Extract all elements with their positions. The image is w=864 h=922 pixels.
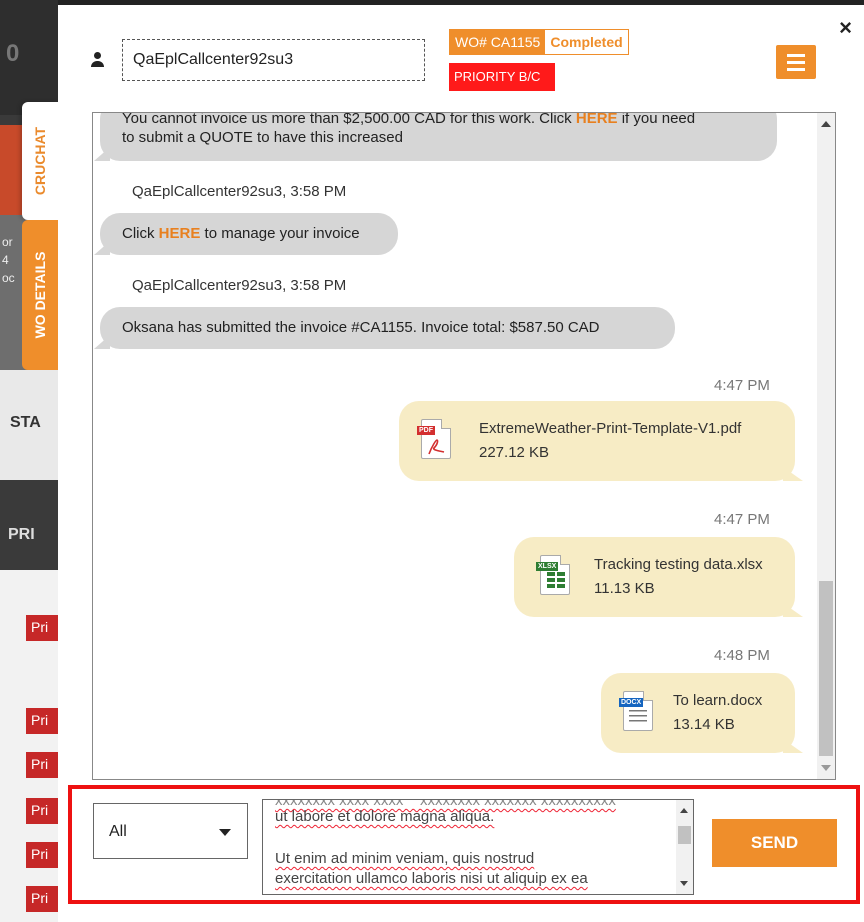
scroll-thumb[interactable] xyxy=(819,581,833,756)
background-text: 4 xyxy=(2,253,9,267)
file-name: ExtremeWeather-Print-Template-V1.pdf xyxy=(479,420,742,437)
file-message[interactable]: DOCX To learn.docx 13.14 KB xyxy=(601,673,795,753)
message-input-scrollbar[interactable] xyxy=(676,800,693,894)
docx-file-icon: DOCX xyxy=(619,691,653,731)
xlsx-file-icon: XLSX xyxy=(536,555,570,595)
file-message[interactable]: PDF ExtremeWeather-Print-Template-V1.pdf… xyxy=(399,401,795,481)
scroll-thumb[interactable] xyxy=(678,826,691,844)
message-text: Oksana has submitted the invoice #CA1155… xyxy=(122,319,600,336)
file-name: To learn.docx xyxy=(673,692,763,709)
background-priority-badge[interactable]: Pri xyxy=(26,615,58,641)
tab-wo-details-label: WO DETAILS xyxy=(32,251,48,339)
scroll-up-icon[interactable] xyxy=(821,121,831,127)
chevron-down-icon xyxy=(219,829,231,836)
chat-history[interactable]: You cannot invoice us more than $2,500.0… xyxy=(92,112,836,780)
background-topbar: 0 xyxy=(0,0,58,115)
message-input[interactable]: xxxxxxxx xxxx xxxx xxxxxxxx xxxxxxx xxxx… xyxy=(262,799,694,895)
chat-scrollbar[interactable] xyxy=(817,113,835,779)
background-priority-header: PRI xyxy=(0,500,58,570)
background-priority-badge[interactable]: Pri xyxy=(26,752,58,778)
message-time: 4:47 PM xyxy=(714,377,770,394)
message-bubble: Oksana has submitted the invoice #CA1155… xyxy=(100,307,675,349)
background-status-row: STA xyxy=(0,370,58,480)
message-bubble: You cannot invoice us more than $2,500.0… xyxy=(100,112,777,161)
invoice-link[interactable]: HERE xyxy=(159,225,201,242)
work-order-number: WO# CA1155 xyxy=(450,30,546,54)
message-input-line: ut labore et dolore magna aliqua. xyxy=(275,808,495,825)
background-text: or xyxy=(2,235,13,249)
background-priority-label: PRI xyxy=(8,526,35,543)
pdf-file-icon: PDF xyxy=(417,419,451,459)
file-size: 227.12 KB xyxy=(479,444,550,461)
message-input-line: Ut enim ad minim veniam, quis nostrud xyxy=(275,850,535,867)
priority-badge: PRIORITY B/C xyxy=(449,63,555,91)
message-time: 4:47 PM xyxy=(714,511,770,528)
message-text: to manage your invoice xyxy=(200,225,360,242)
message-text: Click xyxy=(122,225,159,242)
file-size: 13.14 KB xyxy=(673,716,735,733)
message-text: if you need xyxy=(617,112,696,127)
close-button[interactable]: × xyxy=(839,15,852,41)
background-status-label: STA xyxy=(10,414,41,431)
file-name: Tracking testing data.xlsx xyxy=(594,556,763,573)
recipient-select[interactable]: All xyxy=(93,803,248,859)
message-text: to submit a QUOTE to have this increased xyxy=(122,129,403,146)
user-icon xyxy=(90,52,104,70)
send-button[interactable]: SEND xyxy=(712,819,837,867)
scroll-down-icon[interactable] xyxy=(680,881,688,886)
scroll-up-icon[interactable] xyxy=(680,808,688,813)
tab-wo-details[interactable]: WO DETAILS xyxy=(22,220,58,370)
background-priority-badge[interactable]: Pri xyxy=(26,798,58,824)
file-message[interactable]: XLSX Tracking testing data.xlsx 11.13 KB xyxy=(514,537,795,617)
message-sender: QaEplCallcenter92su3, 3:58 PM xyxy=(132,277,347,294)
recipient-select-value: All xyxy=(109,823,127,840)
scroll-down-icon[interactable] xyxy=(821,765,831,771)
message-input-line: exercitation ullamco laboris nisi ut ali… xyxy=(275,870,588,887)
message-bubble: Click HERE to manage your invoice xyxy=(100,213,398,255)
chat-messages: You cannot invoice us more than $2,500.0… xyxy=(93,113,817,779)
message-text: You cannot invoice us more than $2,500.0… xyxy=(122,112,576,127)
work-order-badge: WO# CA1155 Completed xyxy=(449,29,629,55)
background-priority-badge[interactable]: Pri xyxy=(26,842,58,868)
background-text: oc xyxy=(2,271,15,285)
background-priority-badge[interactable]: Pri xyxy=(26,886,58,912)
assigned-user-field[interactable]: QaEplCallcenter92su3 xyxy=(122,39,425,81)
file-size: 11.13 KB xyxy=(594,580,655,597)
work-order-status: Completed xyxy=(545,30,628,54)
background-priority-badge[interactable]: Pri xyxy=(26,708,58,734)
chat-modal: × QaEplCallcenter92su3 WO# CA1155 Comple… xyxy=(58,0,864,922)
hamburger-menu-icon xyxy=(787,54,805,57)
background-logo-fragment: 0 xyxy=(6,40,20,67)
tab-cruchat-label: CRUCHAT xyxy=(32,126,48,196)
message-time: 4:48 PM xyxy=(714,647,770,664)
tab-cruchat[interactable]: CRUCHAT xyxy=(22,102,58,220)
message-sender: QaEplCallcenter92su3, 3:58 PM xyxy=(132,183,347,200)
quote-link[interactable]: HERE xyxy=(576,113,618,127)
hamburger-menu-button[interactable] xyxy=(776,45,816,79)
message-composer: All xxxxxxxx xxxx xxxx xxxxxxxx xxxxxxx … xyxy=(68,785,860,904)
